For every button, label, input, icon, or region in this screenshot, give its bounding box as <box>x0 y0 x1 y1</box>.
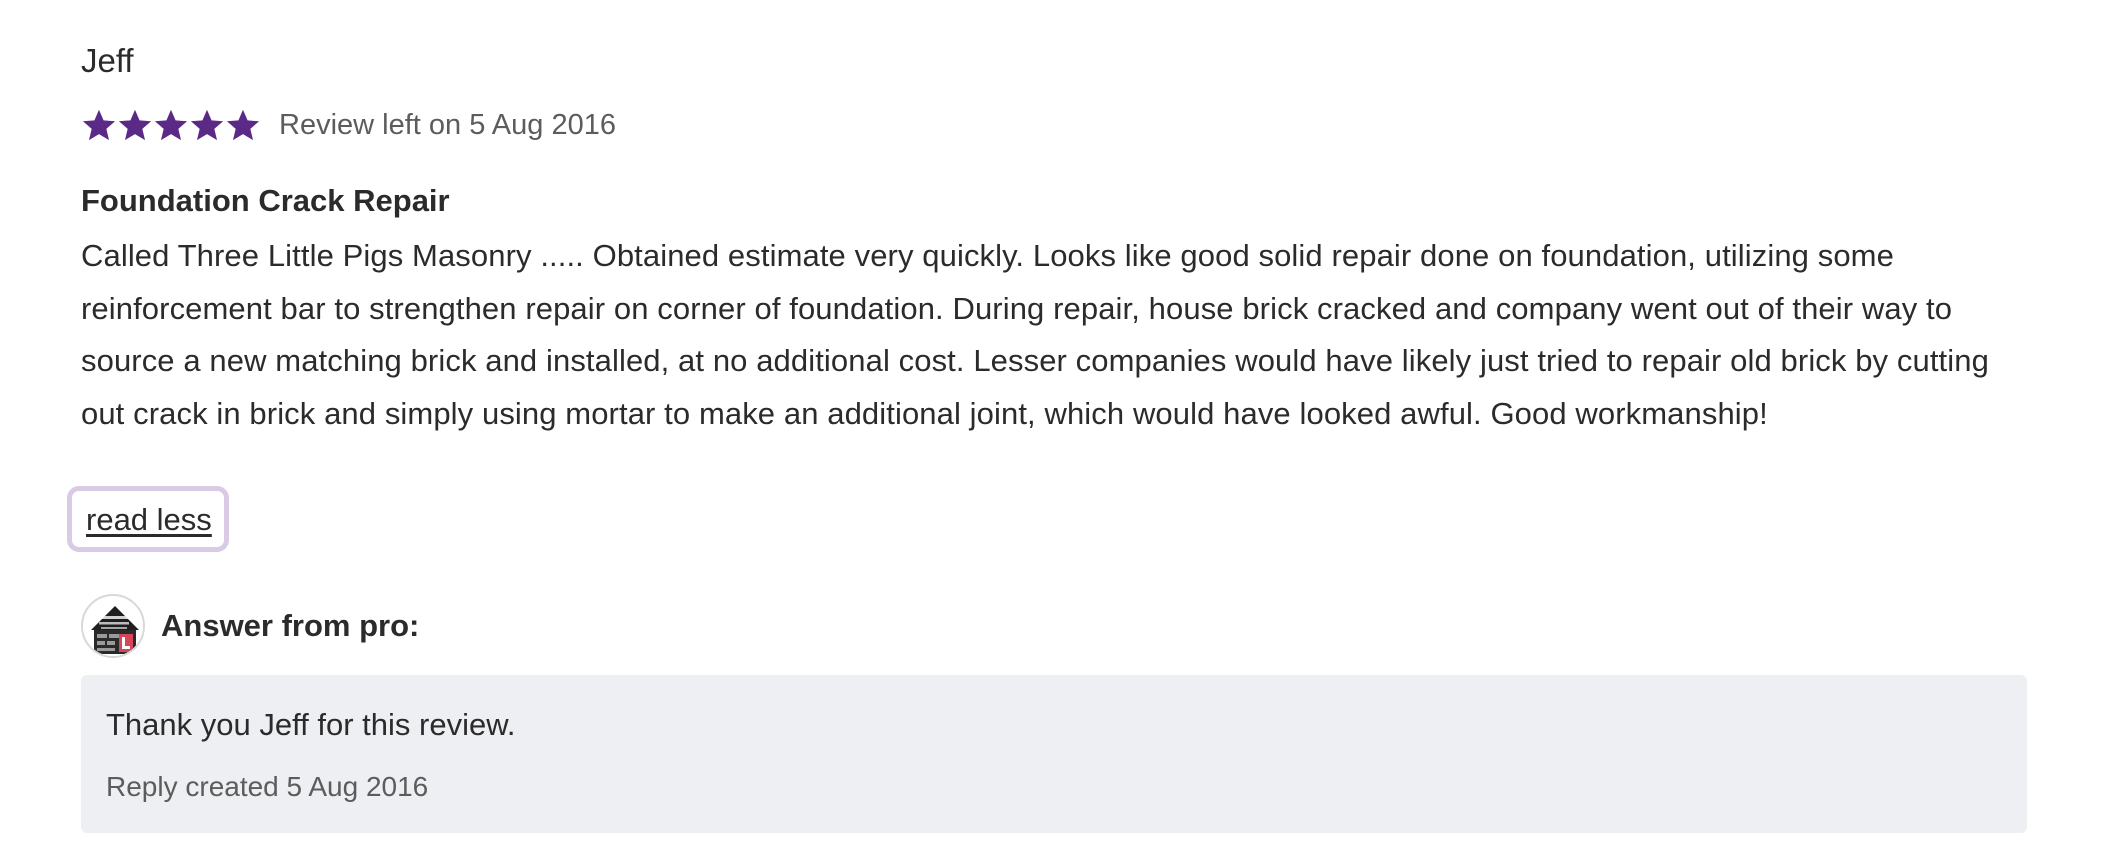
read-less-link[interactable]: read less <box>86 499 212 541</box>
star-icon <box>118 109 152 141</box>
answer-header: Answer from pro: <box>81 594 419 658</box>
star-icon <box>226 109 260 141</box>
review-title: Foundation Crack Repair <box>81 183 450 218</box>
read-less-focus-ring: read less <box>67 486 229 552</box>
star-icon <box>82 109 116 141</box>
masonry-logo-icon <box>83 596 143 656</box>
pro-avatar <box>81 594 145 658</box>
star-icon <box>190 109 224 141</box>
star-icon <box>154 109 188 141</box>
pro-reply-box: Thank you Jeff for this review. Reply cr… <box>81 675 2027 833</box>
rating-row: Review left on 5 Aug 2016 <box>81 104 616 146</box>
reviewer-name: Jeff <box>81 42 134 79</box>
reply-date: Reply created 5 Aug 2016 <box>106 771 429 802</box>
star-rating <box>81 107 261 143</box>
answer-from-pro-label: Answer from pro: <box>161 608 420 643</box>
review-date: Review left on 5 Aug 2016 <box>279 108 616 141</box>
reply-text: Thank you Jeff for this review. <box>106 707 516 742</box>
review-body: Called Three Little Pigs Masonry ..... O… <box>81 238 1989 431</box>
